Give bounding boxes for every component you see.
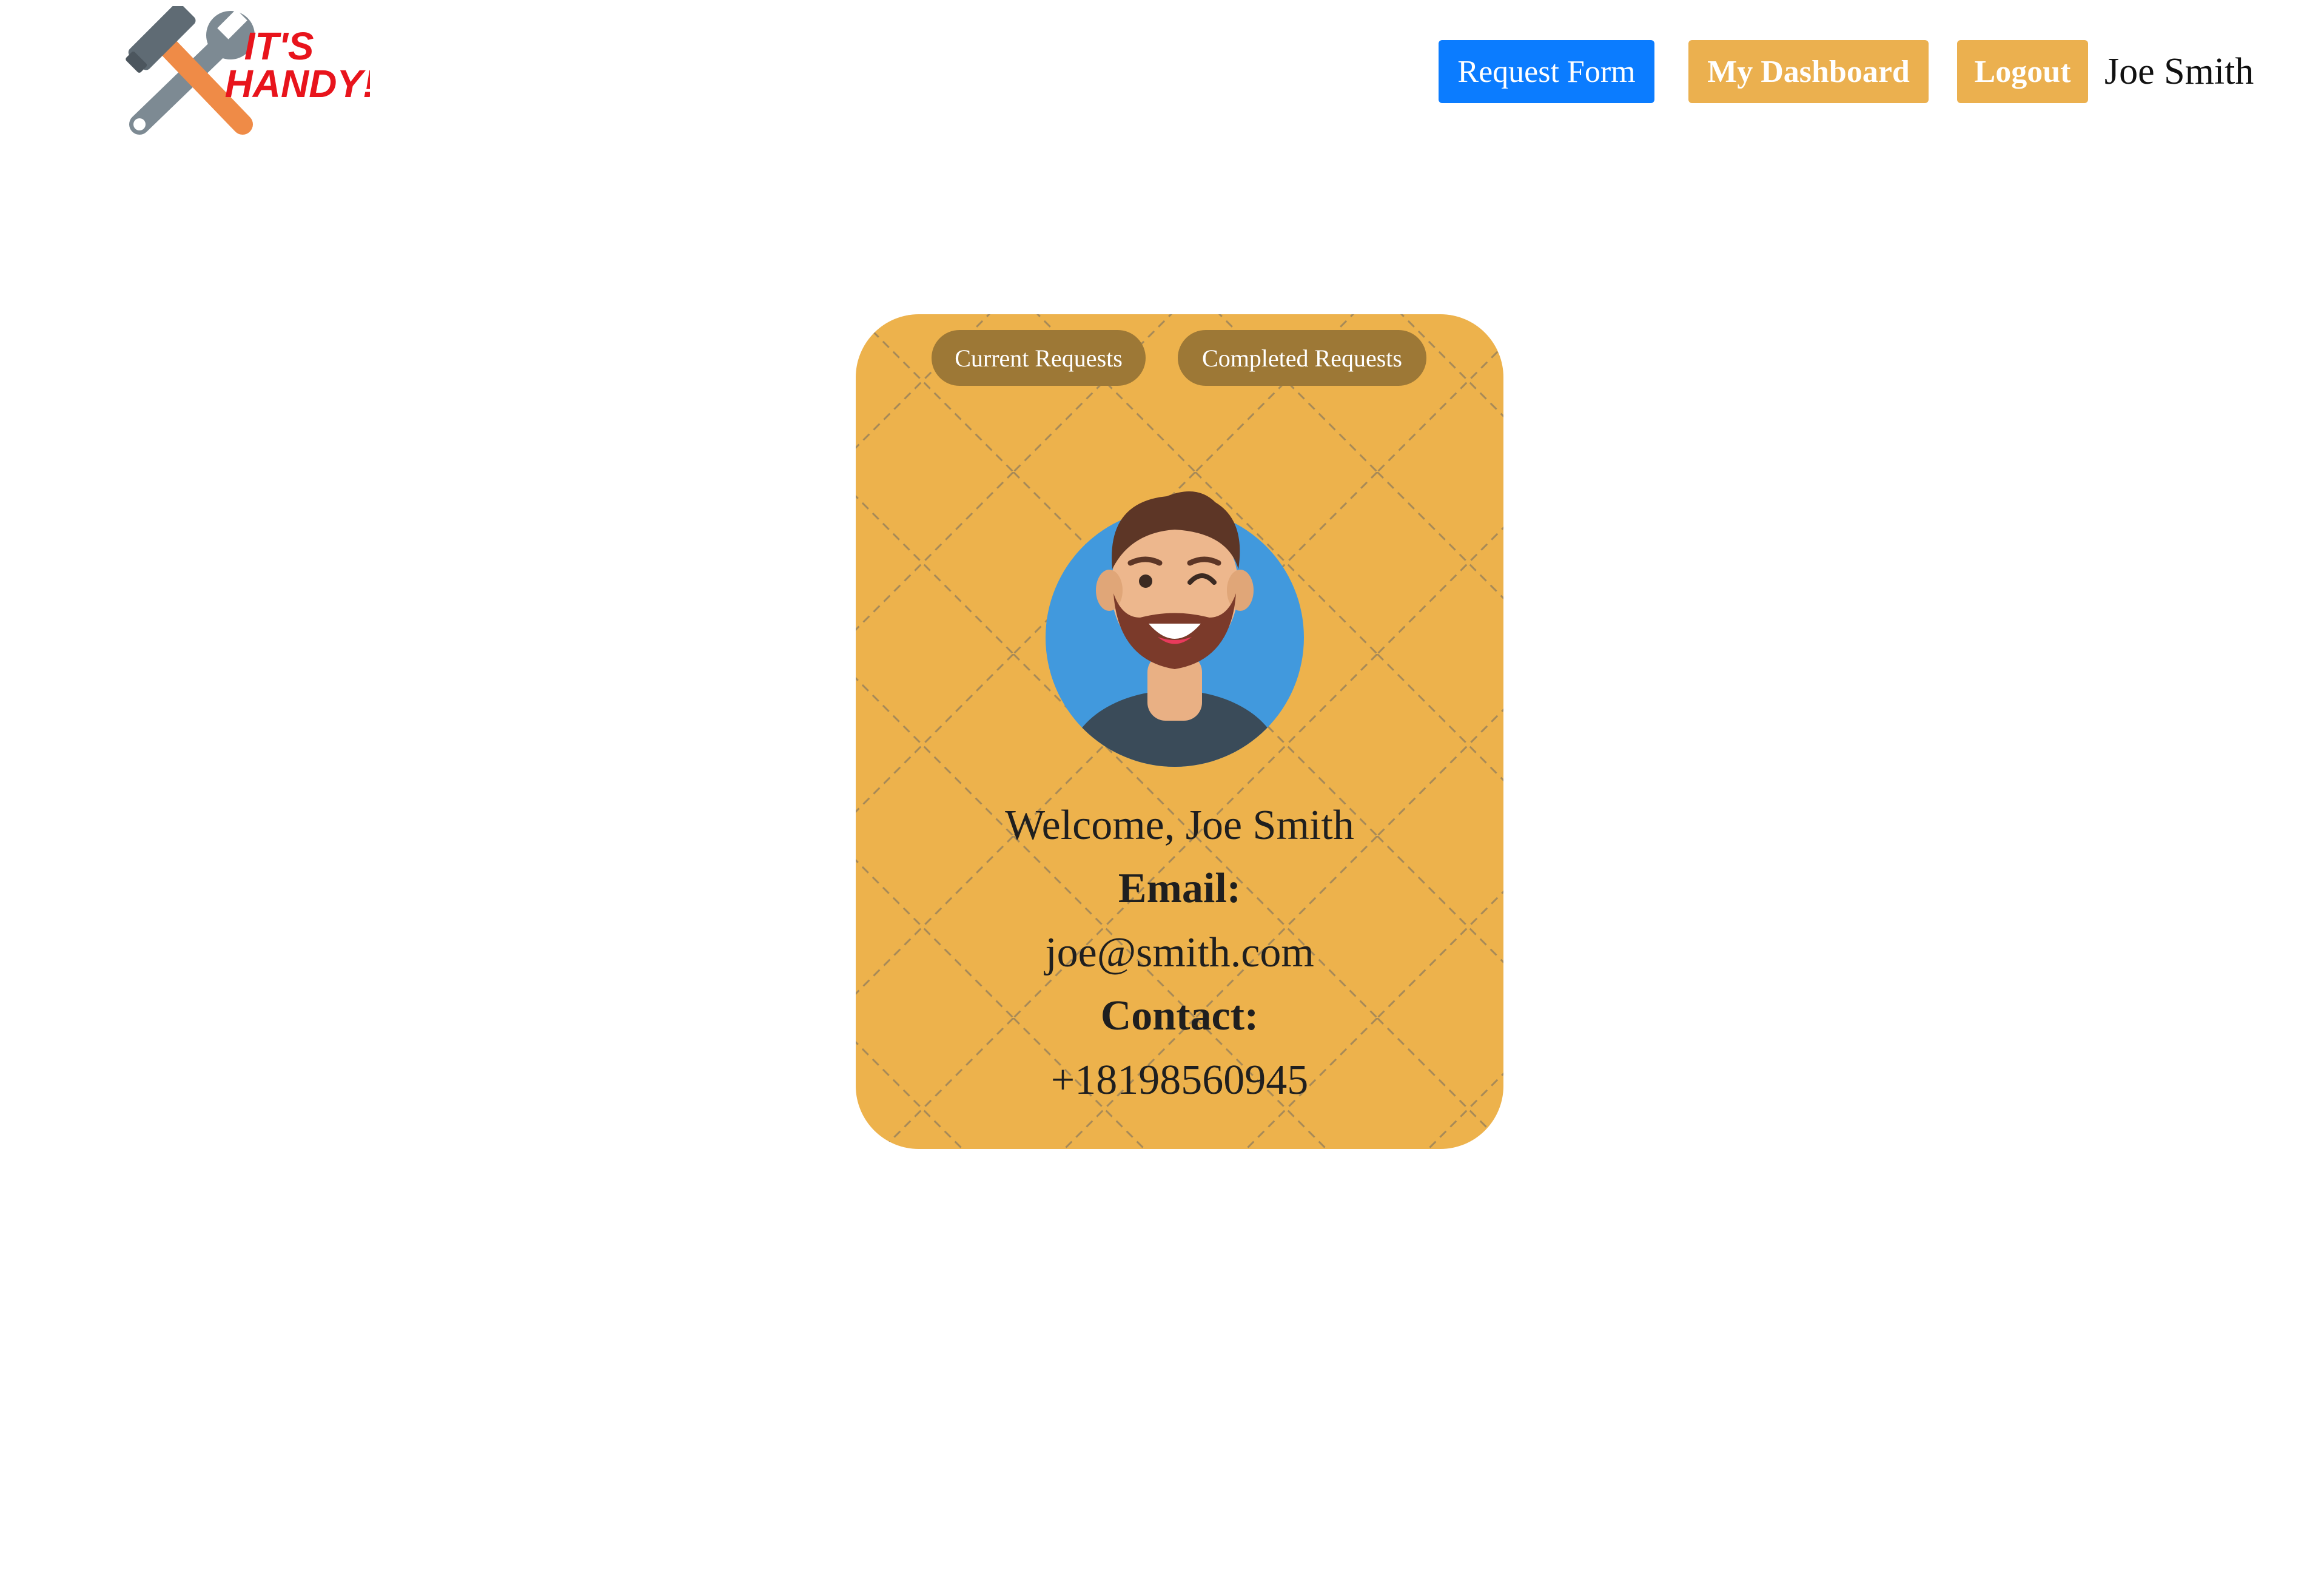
logo-text-line2: HANDY! [225, 62, 370, 106]
site-logo[interactable]: IT'S HANDY! [115, 6, 370, 140]
request-form-button[interactable]: Request Form [1439, 40, 1654, 103]
welcome-message: Welcome, Joe Smith [1005, 802, 1354, 849]
user-avatar-icon [1046, 491, 1304, 767]
hammer-wrench-icon: IT'S HANDY! [126, 6, 370, 135]
email-value: joe@smith.com [1045, 929, 1314, 976]
contact-label: Contact: [1100, 992, 1259, 1039]
my-dashboard-button[interactable]: My Dashboard [1688, 40, 1929, 103]
contact-value: +18198560945 [1050, 1057, 1309, 1103]
logout-button[interactable]: Logout [1957, 40, 2088, 103]
profile-card: Current Requests Completed Requests Welc… [856, 314, 1503, 1149]
completed-requests-button[interactable]: Completed Requests [1178, 330, 1426, 386]
email-label: Email: [1118, 865, 1241, 912]
avatar [1046, 478, 1312, 769]
current-requests-button[interactable]: Current Requests [932, 330, 1146, 386]
nav-user-name: Joe Smith [2104, 50, 2254, 92]
